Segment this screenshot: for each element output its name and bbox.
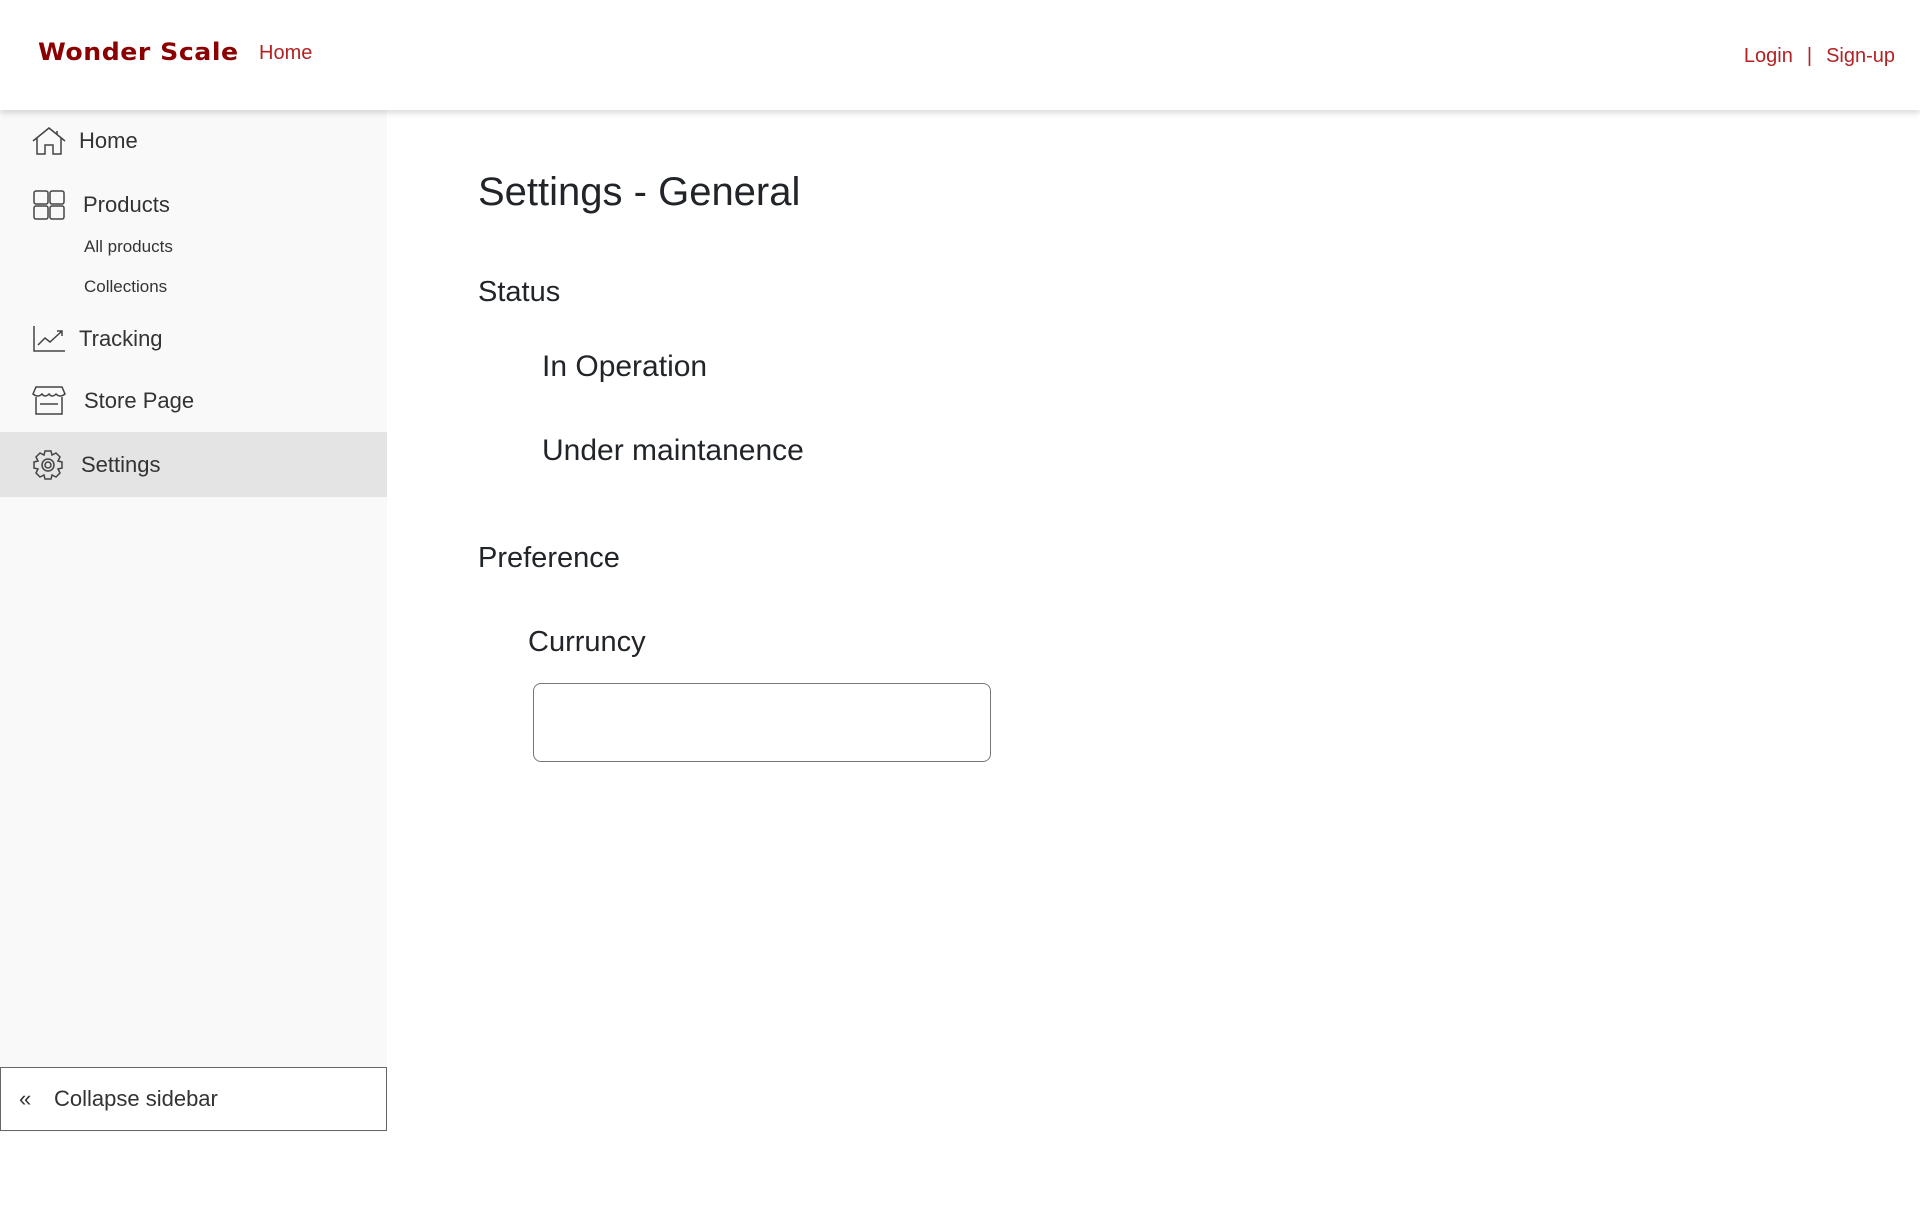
home-icon bbox=[32, 127, 66, 155]
chevron-double-left-icon: « bbox=[19, 1086, 32, 1111]
auth-links: Login | Sign-up bbox=[1744, 45, 1895, 68]
sidebar-item-label: Tracking bbox=[79, 326, 163, 351]
status-heading: Status bbox=[478, 276, 561, 308]
signup-link[interactable]: Sign-up bbox=[1826, 45, 1895, 68]
sidebar-item-products[interactable]: Products bbox=[0, 182, 387, 228]
store-icon bbox=[32, 386, 66, 415]
sidebar-item-store-page[interactable]: Store Page bbox=[0, 378, 387, 424]
sidebar-item-label: Settings bbox=[81, 451, 161, 477]
page-title: Settings - General bbox=[478, 170, 801, 214]
sidebar-subitem-collections[interactable]: Collections bbox=[84, 277, 167, 297]
grid-icon bbox=[33, 190, 65, 220]
nav-home-link[interactable]: Home bbox=[259, 42, 312, 65]
collapse-sidebar-button[interactable]: « Collapse sidebar bbox=[0, 1067, 387, 1131]
sidebar-item-settings[interactable]: Settings bbox=[0, 432, 387, 497]
collapse-sidebar-label: Collapse sidebar bbox=[54, 1086, 218, 1111]
top-header: Wonder Scale Home Login | Sign-up bbox=[0, 0, 1920, 110]
sidebar: Home Products All products Collections T… bbox=[0, 110, 387, 1132]
sidebar-item-label: Home bbox=[79, 128, 138, 153]
logo[interactable]: Wonder Scale bbox=[38, 38, 239, 66]
currency-label: Curruncy bbox=[528, 626, 646, 658]
sidebar-item-label: Products bbox=[83, 192, 170, 217]
sidebar-item-home[interactable]: Home bbox=[0, 118, 387, 164]
chart-icon bbox=[33, 326, 65, 352]
gear-icon bbox=[33, 449, 63, 480]
status-option-in-operation[interactable]: In Operation bbox=[542, 350, 707, 384]
currency-input[interactable] bbox=[533, 683, 991, 762]
login-link[interactable]: Login bbox=[1744, 45, 1793, 68]
preference-heading: Preference bbox=[478, 542, 620, 574]
sidebar-item-tracking[interactable]: Tracking bbox=[0, 316, 387, 362]
status-option-under-maintenance[interactable]: Under maintanence bbox=[542, 434, 804, 468]
sidebar-item-label: Store Page bbox=[84, 388, 195, 413]
auth-separator: | bbox=[1806, 45, 1813, 67]
sidebar-subitem-all-products[interactable]: All products bbox=[84, 237, 173, 257]
